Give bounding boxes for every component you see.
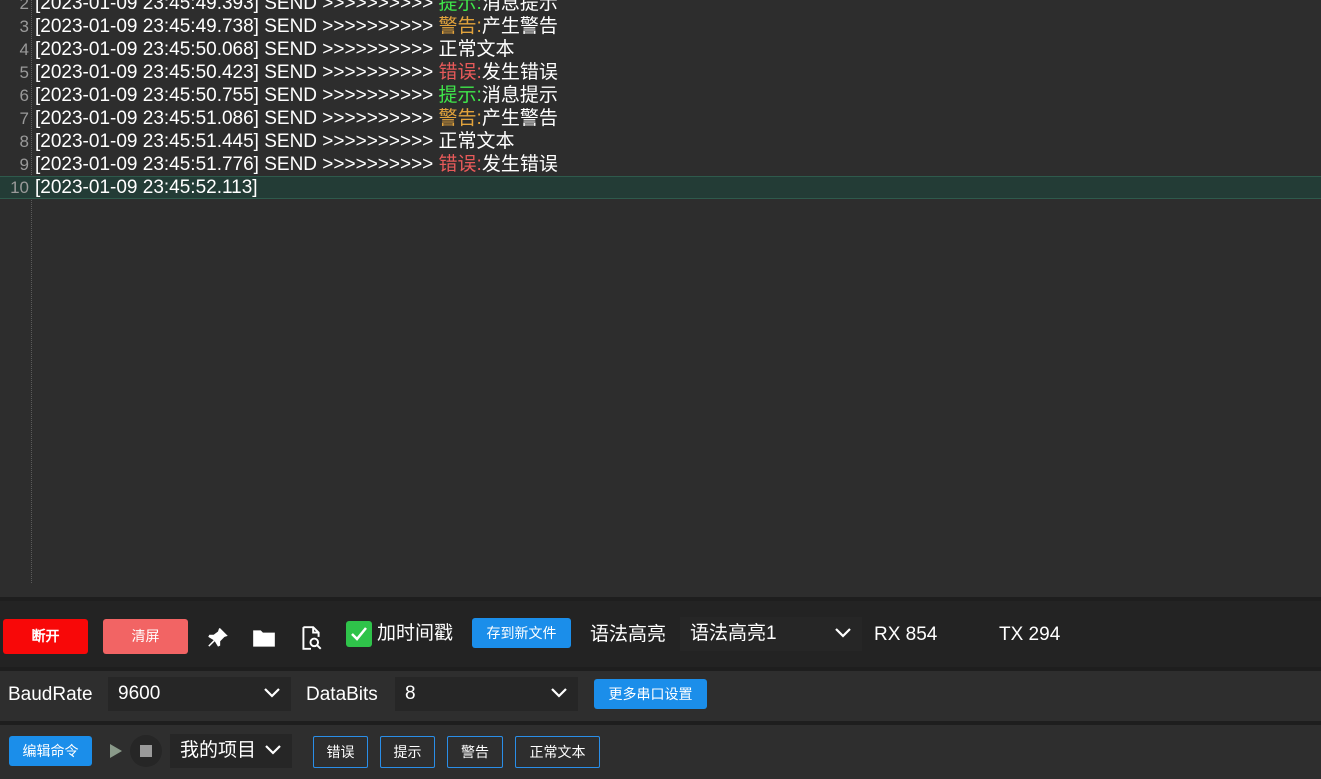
log-prefix: [2023-01-09 23:45:50.068] SEND >>>>>>>>>… [35,39,439,60]
log-message: 消息提示 [481,85,558,106]
more-serial-settings-button[interactable]: 更多串口设置 [594,679,707,709]
line-content: [2023-01-09 23:45:51.776] SEND >>>>>>>>>… [35,153,558,176]
line-content: [2023-01-09 23:45:50.068] SEND >>>>>>>>>… [35,38,515,61]
line-number: 5 [19,63,29,82]
serial-settings-bar: BaudRate 9600 DataBits 8 更多串口设置 [0,667,1321,721]
tx-counter: TX 294 [999,624,1061,645]
highlight-label: 语法高亮 [590,624,667,645]
line-content: [2023-01-09 23:45:49.738] SEND >>>>>>>>>… [35,15,558,38]
log-line: 6 [2023-01-09 23:45:50.755] SEND >>>>>>>>… [0,84,1321,107]
log-message: 发生错误 [481,154,558,175]
log-prefix: [2023-01-09 23:45:51.445] SEND >>>>>>>>>… [35,131,439,152]
disconnect-button[interactable]: 断开 [3,619,88,654]
log-message: 消息提示 [481,0,558,14]
log-line: 7 [2023-01-09 23:45:51.086] SEND >>>>>>>>… [0,107,1321,130]
line-content: [2023-01-09 23:45:50.423] SEND >>>>>>>>>… [35,61,558,84]
line-content: [2023-01-09 23:45:51.445] SEND >>>>>>>>>… [35,130,515,153]
command-bar: 编辑命令 我的项目 错误 提示 警告 正常文本 [0,721,1321,779]
chevron-down-icon [264,734,282,768]
stop-icon[interactable] [130,735,162,767]
log-line: 4 [2023-01-09 23:45:50.068] SEND >>>>>>>>… [0,38,1321,61]
log-line: 5 [2023-01-09 23:45:50.423] SEND >>>>>>>>… [0,61,1321,84]
log-line: 8 [2023-01-09 23:45:51.445] SEND >>>>>>>>… [0,130,1321,153]
file-search-icon[interactable] [298,625,324,651]
log-message: 发生错误 [481,62,558,83]
log-prefix: [2023-01-09 23:45:49.393] SEND >>>>>>>>>… [35,0,439,14]
command-normal-text-button[interactable]: 正常文本 [515,736,600,768]
log-line: 2 [2023-01-09 23:45:49.393] SEND >>>>>>>>… [0,0,1321,15]
log-prefix: [2023-01-09 23:45:50.755] SEND >>>>>>>>>… [35,85,439,106]
project-select[interactable]: 我的项目 [170,734,292,768]
chevron-down-icon [834,617,852,651]
project-value: 我的项目 [180,740,257,761]
log-tag: 警告: [438,108,482,129]
log-message: 产生警告 [481,108,558,129]
line-number: 9 [19,155,29,174]
log-prefix: [2023-01-09 23:45:50.423] SEND >>>>>>>>>… [35,62,439,83]
log-prefix: [2023-01-09 23:45:52.113] [35,177,258,198]
log-tag: 提示: [438,85,482,106]
chevron-down-icon [550,677,568,711]
log-line: 10 [2023-01-09 23:45:52.113] [0,176,1321,199]
log-prefix: [2023-01-09 23:45:51.086] SEND >>>>>>>>>… [35,108,439,129]
play-icon[interactable] [107,741,125,761]
line-number: 8 [19,132,29,151]
pin-icon[interactable] [205,625,231,651]
log-tag: 错误: [438,154,482,175]
log-message: 正常文本 [438,131,515,152]
log-editor[interactable]: 2 [2023-01-09 23:45:49.393] SEND >>>>>>>>… [0,0,1321,597]
command-warning-button[interactable]: 警告 [447,736,503,768]
line-content: [2023-01-09 23:45:51.086] SEND >>>>>>>>>… [35,107,558,130]
baudrate-value: 9600 [118,683,161,704]
edit-commands-button[interactable]: 编辑命令 [9,736,92,766]
folder-icon[interactable] [251,625,277,651]
line-content: [2023-01-09 23:45:50.755] SEND >>>>>>>>>… [35,84,558,107]
log-tag: 警告: [438,16,482,37]
log-prefix: [2023-01-09 23:45:51.776] SEND >>>>>>>>>… [35,154,439,175]
check-icon [351,627,367,641]
command-hint-button[interactable]: 提示 [380,736,435,768]
highlight-select[interactable]: 语法高亮1 [680,617,862,651]
rx-counter: RX 854 [874,624,938,645]
log-line: 3 [2023-01-09 23:45:49.738] SEND >>>>>>>>… [0,15,1321,38]
log-tag: 错误: [438,62,482,83]
chevron-down-icon [263,677,281,711]
line-number: 3 [19,17,29,36]
timestamp-checkbox[interactable] [346,621,372,647]
line-content: [2023-01-09 23:45:52.113] [35,177,258,198]
clear-screen-button[interactable]: 清屏 [103,619,188,654]
line-number: 10 [10,178,29,197]
databits-label: DataBits [306,684,378,705]
log-tag: 提示: [438,0,482,14]
line-content: [2023-01-09 23:45:49.393] SEND >>>>>>>>>… [35,0,558,15]
toolbar: 断开 清屏 加时间戳 存到新文件 语法高亮 语法高亮1 RX 854 TX 29… [0,597,1321,667]
log-message: 产生警告 [481,16,558,37]
databits-select[interactable]: 8 [395,677,578,711]
line-number: 7 [19,109,29,128]
log-message: 正常文本 [438,39,515,60]
timestamp-label[interactable]: 加时间戳 [377,621,453,647]
databits-value: 8 [405,683,416,704]
line-number: 2 [19,0,29,13]
log-line: 9 [2023-01-09 23:45:51.776] SEND >>>>>>>>… [0,153,1321,176]
baudrate-label: BaudRate [8,684,93,705]
log-prefix: [2023-01-09 23:45:49.738] SEND >>>>>>>>>… [35,16,439,37]
save-new-file-button[interactable]: 存到新文件 [472,618,571,648]
command-error-button[interactable]: 错误 [313,736,368,768]
line-number: 4 [19,40,29,59]
baudrate-select[interactable]: 9600 [108,677,291,711]
line-number: 6 [19,86,29,105]
highlight-select-value: 语法高亮1 [690,623,777,644]
